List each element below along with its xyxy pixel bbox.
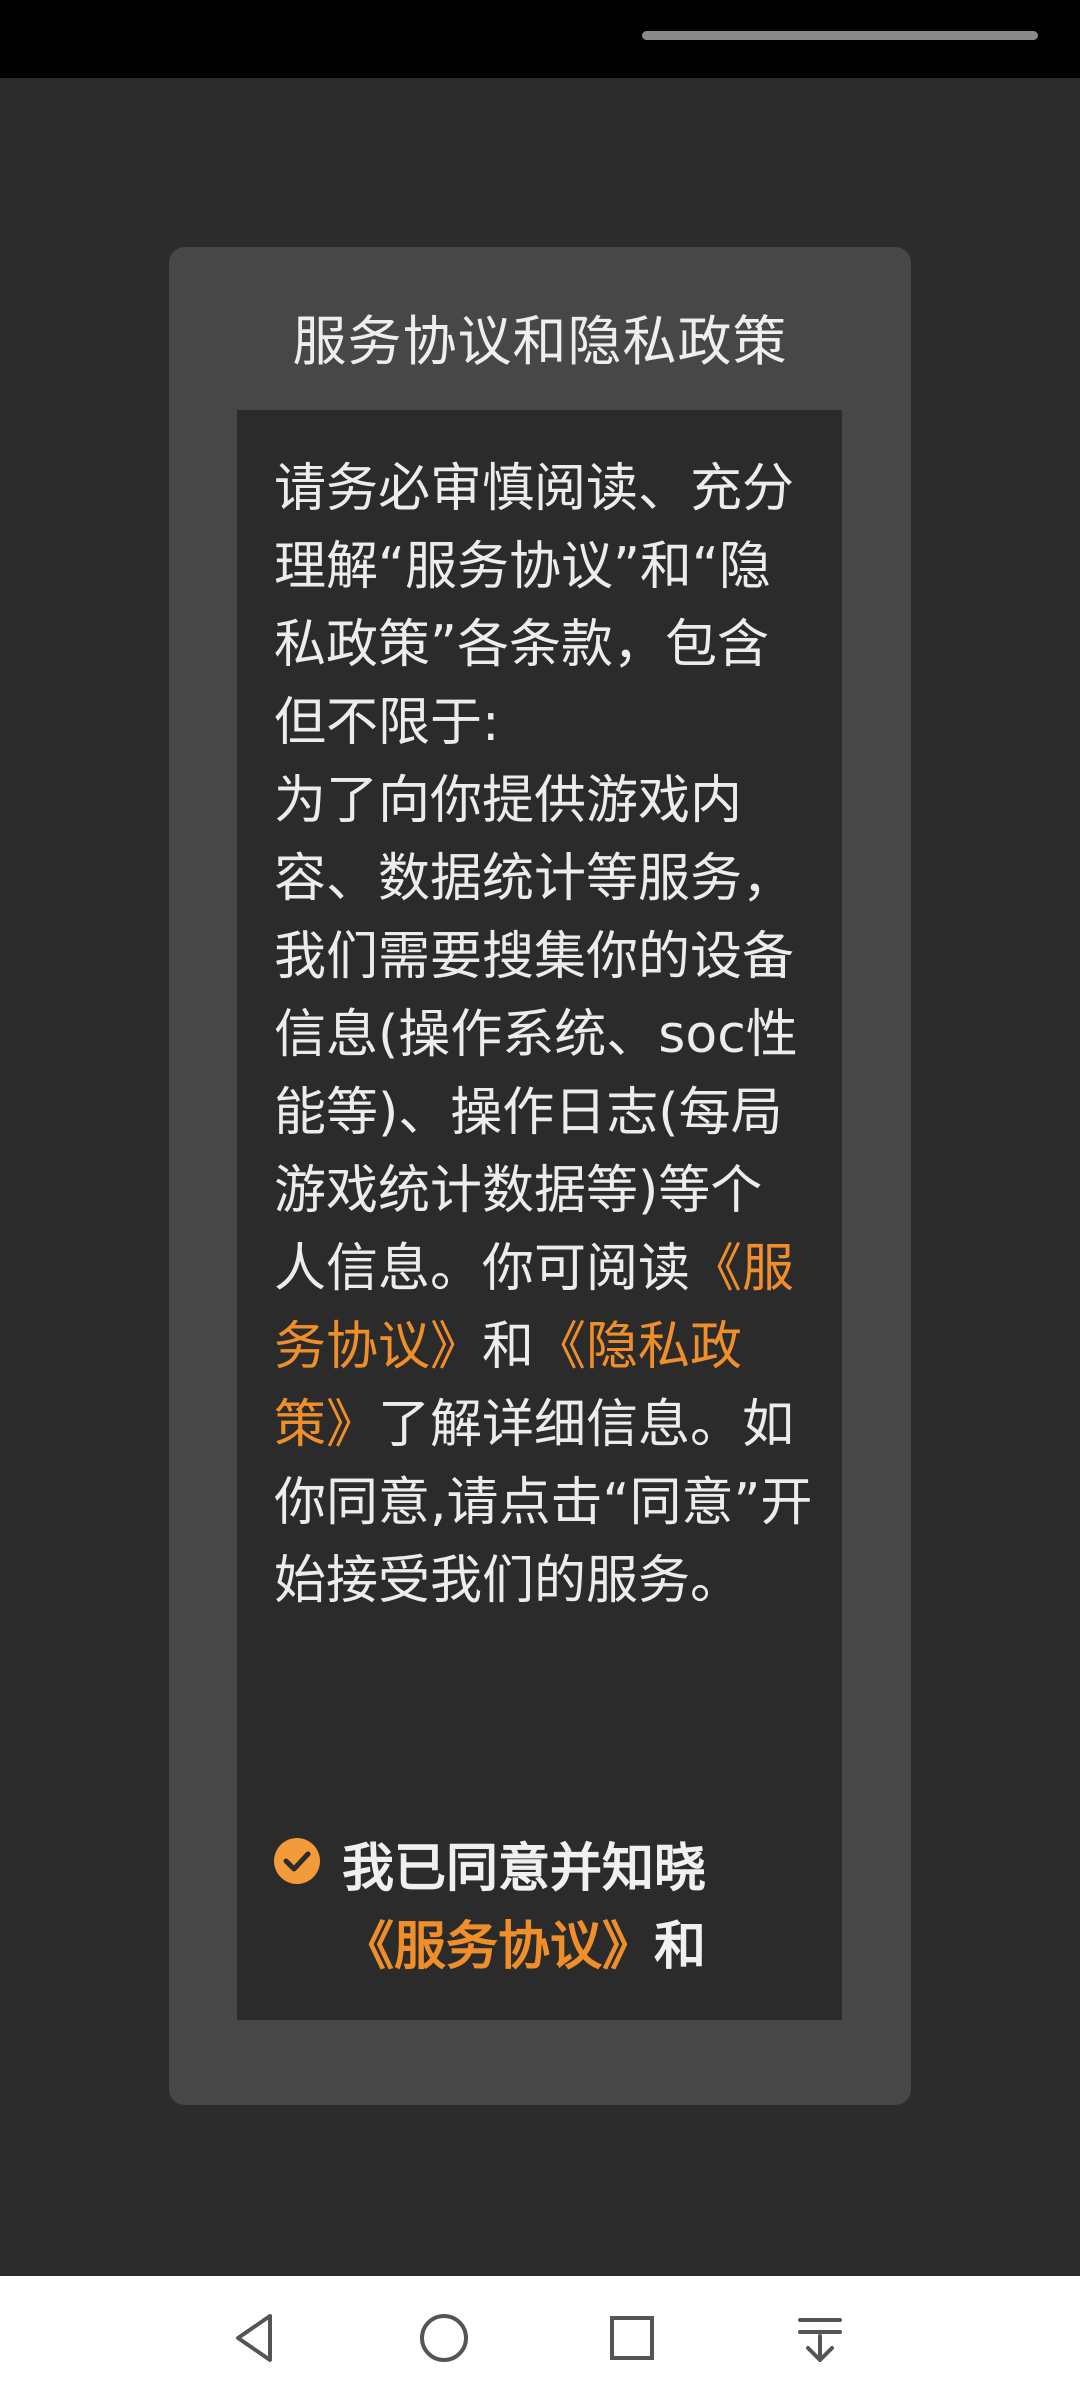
agree-and-text: 和 [654,1917,707,1977]
menu-down-icon[interactable] [788,2306,852,2370]
agreement-scroll-panel[interactable]: 请务必审慎阅读、充分理解“服务协议”和“隐私政策”各条款，包含但不限于: 为了向… [237,410,842,2020]
agreement-text: 请务必审慎阅读、充分理解“服务协议”和“隐私政策”各条款，包含但不限于: 为了向… [274,450,814,1620]
agree-label-text: 我已同意并知晓 [342,1839,707,1899]
privacy-dialog: 服务协议和隐私政策 请务必审慎阅读、充分理解“服务协议”和“隐私政策”各条款，包… [169,247,911,2105]
agree-label: 我已同意并知晓 《服务协议》和 [342,1830,782,1986]
back-icon[interactable] [224,2306,288,2370]
agreement-intro: 请务必审慎阅读、充分理解“服务协议”和“隐私政策”各条款，包含但不限于: [274,459,795,753]
home-icon[interactable] [412,2306,476,2370]
checkbox-checked-icon[interactable] [274,1838,320,1884]
navigation-bar [0,2276,1080,2400]
dialog-title: 服务协议和隐私政策 [292,310,788,373]
status-bar [0,0,1080,78]
status-indicator-pill [642,31,1038,40]
recents-icon[interactable] [600,2306,664,2370]
agreement-details: 为了向你提供游戏内容、数据统计等服务，我们需要搜集你的设备信息(操作系统、soc… [274,771,798,1299]
agree-service-link[interactable]: 《服务协议》 [342,1917,654,1977]
and-text: 和 [482,1317,535,1377]
